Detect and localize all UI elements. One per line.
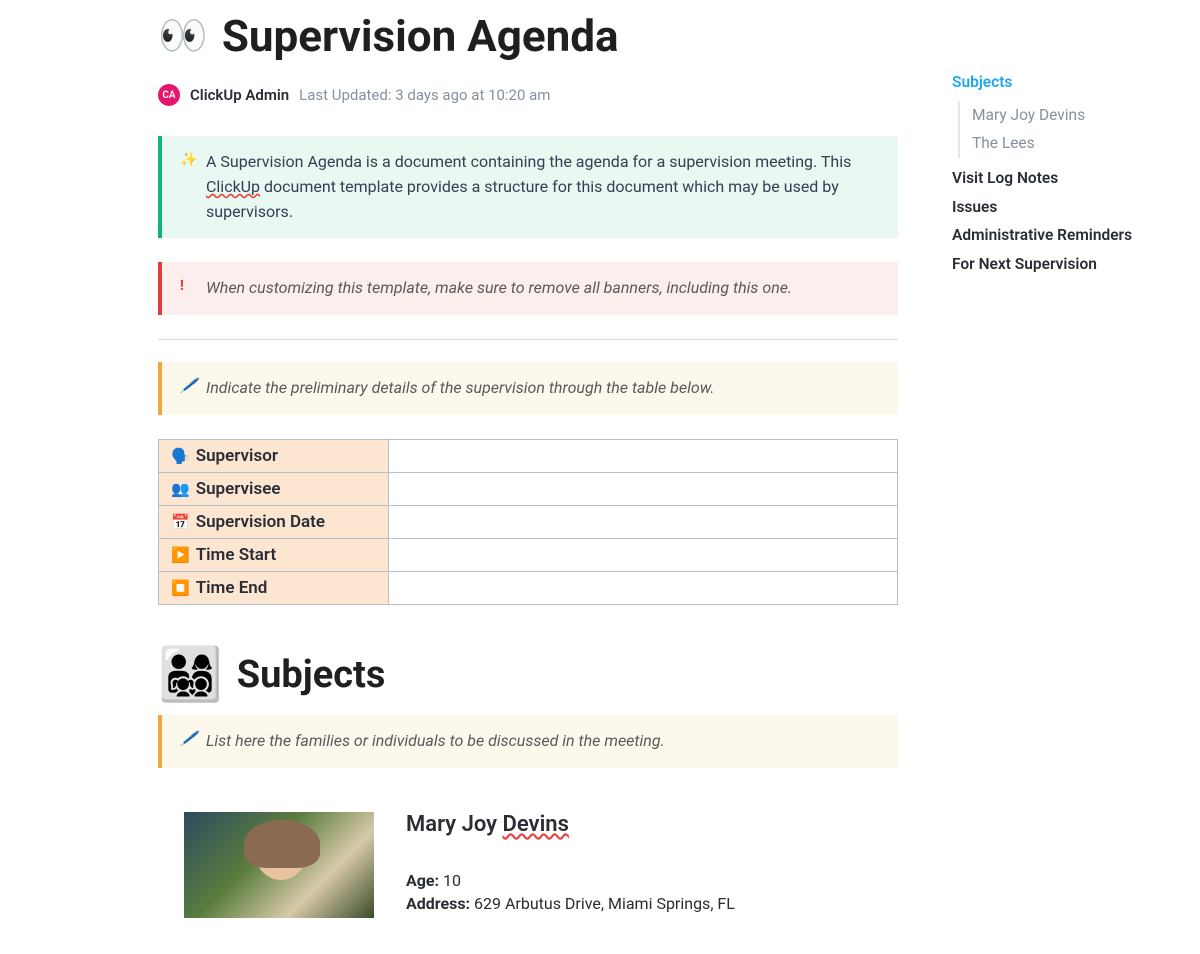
row-icon: 📅 — [171, 513, 190, 531]
page-title-row: 👀 Supervision Agenda — [158, 10, 898, 62]
subjects-heading[interactable]: Subjects — [237, 653, 386, 697]
subject-photo[interactable] — [184, 812, 374, 918]
subject-address-row: Address: 629 Arbutus Drive, Miami Spring… — [406, 894, 735, 913]
divider — [158, 339, 898, 340]
table-row: ▶️ Time Start — [159, 538, 898, 571]
page-title[interactable]: Supervision Agenda — [222, 10, 619, 62]
row-icon: 👥 — [171, 480, 190, 498]
author-row: CA ClickUp Admin Last Updated: 3 days ag… — [158, 84, 898, 106]
info-banner-text: A Supervision Agenda is a document conta… — [206, 152, 851, 221]
row-icon: 🗣️ — [171, 447, 190, 465]
row-icon: ⏹️ — [171, 579, 190, 597]
table-row: ⏹️ Time End — [159, 571, 898, 604]
outline-item[interactable]: For Next Supervision — [952, 250, 1152, 279]
outline-subitem[interactable]: Mary Joy Devins — [972, 101, 1152, 130]
author-avatar[interactable]: CA — [158, 84, 180, 106]
document-body: 👀 Supervision Agenda CA ClickUp Admin La… — [158, 10, 898, 918]
table-label-cell[interactable]: 📅 Supervision Date — [159, 505, 389, 538]
subject-age-row: Age: 10 — [406, 871, 735, 890]
family-icon: 👨‍👩‍👧‍👦 — [158, 649, 223, 701]
details-table: 🗣️ Supervisor 👥 Supervisee 📅 Supervision Date… — [158, 439, 898, 605]
hint-banner-subjects[interactable]: 🖊️ List here the families or individuals… — [158, 715, 898, 768]
warning-banner-text: When customizing this template, make sur… — [206, 278, 792, 297]
table-value-cell[interactable] — [389, 538, 898, 571]
subjects-heading-row: 👨‍👩‍👧‍👦 Subjects — [158, 649, 898, 701]
outline-subitem[interactable]: The Lees — [972, 129, 1152, 158]
row-label: Supervisee — [196, 479, 281, 499]
info-banner[interactable]: ✨ A Supervision Agenda is a document con… — [158, 136, 898, 238]
table-value-cell[interactable] — [389, 571, 898, 604]
row-label: Supervisor — [196, 446, 278, 466]
table-row: 🗣️ Supervisor — [159, 439, 898, 472]
table-value-cell[interactable] — [389, 472, 898, 505]
last-updated-label: Last Updated: 3 days ago at 10:20 am — [299, 86, 550, 104]
sparkle-icon: ✨ — [180, 150, 197, 172]
row-label: Time Start — [196, 545, 276, 565]
pen-icon: 🖊️ — [180, 729, 197, 751]
table-label-cell[interactable]: ⏹️ Time End — [159, 571, 389, 604]
exclamation-icon: ! — [180, 276, 184, 298]
outline-item[interactable]: Visit Log Notes — [952, 164, 1152, 193]
warning-banner[interactable]: ! When customizing this template, make s… — [158, 262, 898, 315]
hint-banner-details-text: Indicate the preliminary details of the … — [206, 378, 714, 397]
subject-name[interactable]: Mary Joy Devins — [406, 812, 735, 837]
table-label-cell[interactable]: ▶️ Time Start — [159, 538, 389, 571]
table-label-cell[interactable]: 👥 Supervisee — [159, 472, 389, 505]
eyes-icon: 👀 — [158, 16, 208, 56]
table-label-cell[interactable]: 🗣️ Supervisor — [159, 439, 389, 472]
row-icon: ▶️ — [171, 546, 190, 564]
hint-banner-subjects-text: List here the families or individuals to… — [206, 731, 665, 750]
pen-icon: 🖊️ — [180, 376, 197, 398]
table-row: 📅 Supervision Date — [159, 505, 898, 538]
table-row: 👥 Supervisee — [159, 472, 898, 505]
clickup-link[interactable]: ClickUp — [206, 177, 260, 196]
table-value-cell[interactable] — [389, 439, 898, 472]
row-label: Time End — [196, 578, 268, 598]
outline-subitems: Mary Joy DevinsThe Lees — [958, 101, 1152, 158]
author-name[interactable]: ClickUp Admin — [190, 86, 289, 104]
row-label: Supervision Date — [196, 512, 325, 532]
outline-item[interactable]: Subjects — [952, 68, 1152, 97]
table-value-cell[interactable] — [389, 505, 898, 538]
subject-block: Mary Joy Devins Age: 10 Address: 629 Arb… — [158, 812, 898, 918]
outline-item[interactable]: Issues — [952, 193, 1152, 222]
outline-item[interactable]: Administrative Reminders — [952, 221, 1152, 250]
hint-banner-details[interactable]: 🖊️ Indicate the preliminary details of t… — [158, 362, 898, 415]
document-outline: Subjects Mary Joy DevinsThe Lees Visit Log… — [952, 68, 1152, 279]
subject-info: Mary Joy Devins Age: 10 Address: 629 Arb… — [406, 812, 735, 918]
